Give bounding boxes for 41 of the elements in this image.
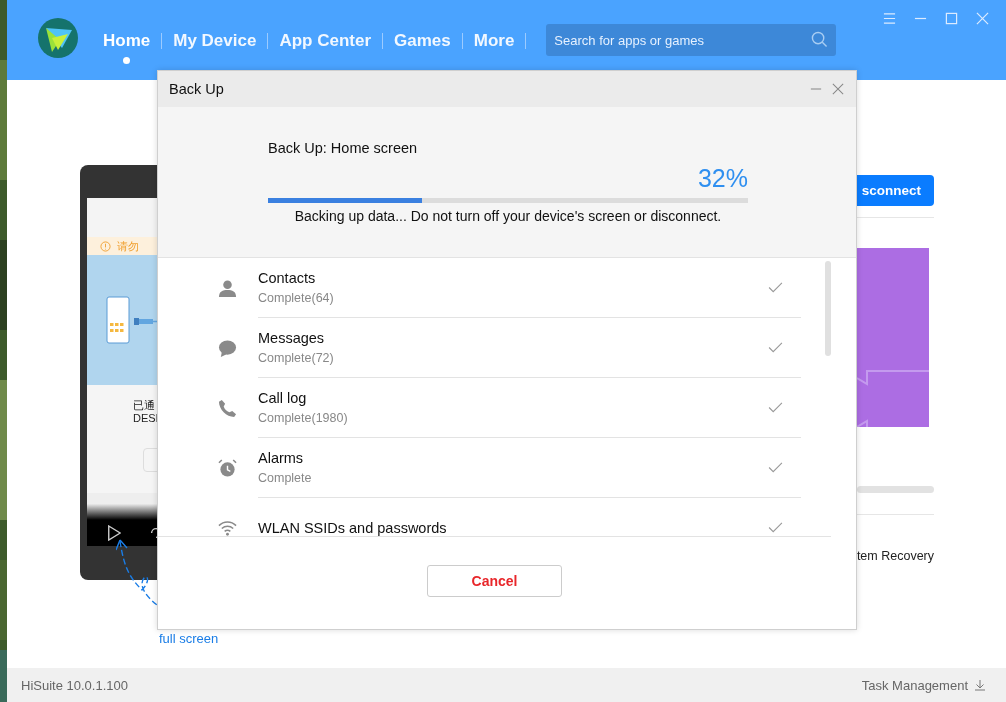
nav-tab[interactable]: Home <box>92 31 162 66</box>
item-status: Complete(64) <box>258 291 335 305</box>
wifi-icon <box>218 518 237 536</box>
phone-icon <box>218 398 237 418</box>
backup-message: Backing up data... Do not turn off your device's screen or disconnect. <box>293 208 723 224</box>
item-status: Complete(1980) <box>258 411 349 425</box>
search-icon[interactable] <box>811 31 829 48</box>
play-icon[interactable] <box>107 525 121 541</box>
chat-bubble-icon <box>218 338 237 358</box>
item-title: Messages <box>258 330 326 346</box>
item-status: Complete <box>258 471 313 485</box>
item-title: WLAN SSIDs and passwords <box>258 519 448 536</box>
recovery-link[interactable]: tem Recovery <box>856 549 934 563</box>
item-status: Complete(72) <box>258 351 335 365</box>
phone-caption: DESI <box>133 412 157 425</box>
hint-text: full screen <box>159 631 219 646</box>
phone-caption: 已通 <box>133 399 155 412</box>
warning-icon <box>100 240 111 252</box>
close-icon[interactable] <box>832 83 844 95</box>
menu-icon[interactable] <box>883 12 896 25</box>
item-title: Call log <box>258 390 308 406</box>
nav-tab[interactable]: My Device <box>162 31 268 66</box>
item-title: Alarms <box>258 450 305 466</box>
scrollbar-thumb[interactable] <box>825 261 831 356</box>
backup-heading: Back Up: Home screen <box>268 140 418 156</box>
nav-tab[interactable]: App Center <box>268 31 383 66</box>
version-text: HiSuite 10.0.1.100 <box>21 677 128 693</box>
logo-icon <box>38 18 78 58</box>
alarm-clock-icon <box>218 458 237 478</box>
progress-percent: 32% <box>697 164 748 193</box>
cancel-button[interactable]: Cancel <box>427 564 562 597</box>
item-title: Contacts <box>258 270 317 286</box>
dialog-title: Back Up <box>169 81 224 97</box>
person-icon <box>218 278 237 298</box>
warning-text: 请勿 <box>117 240 139 252</box>
task-management-button[interactable]: Task Management <box>861 677 986 693</box>
download-icon <box>974 679 986 691</box>
nav-tab[interactable]: More <box>462 31 526 66</box>
search-field[interactable]: Search for apps or games <box>546 24 837 56</box>
maximize-icon[interactable] <box>945 12 958 25</box>
nav-tab[interactable]: Games <box>383 31 462 66</box>
